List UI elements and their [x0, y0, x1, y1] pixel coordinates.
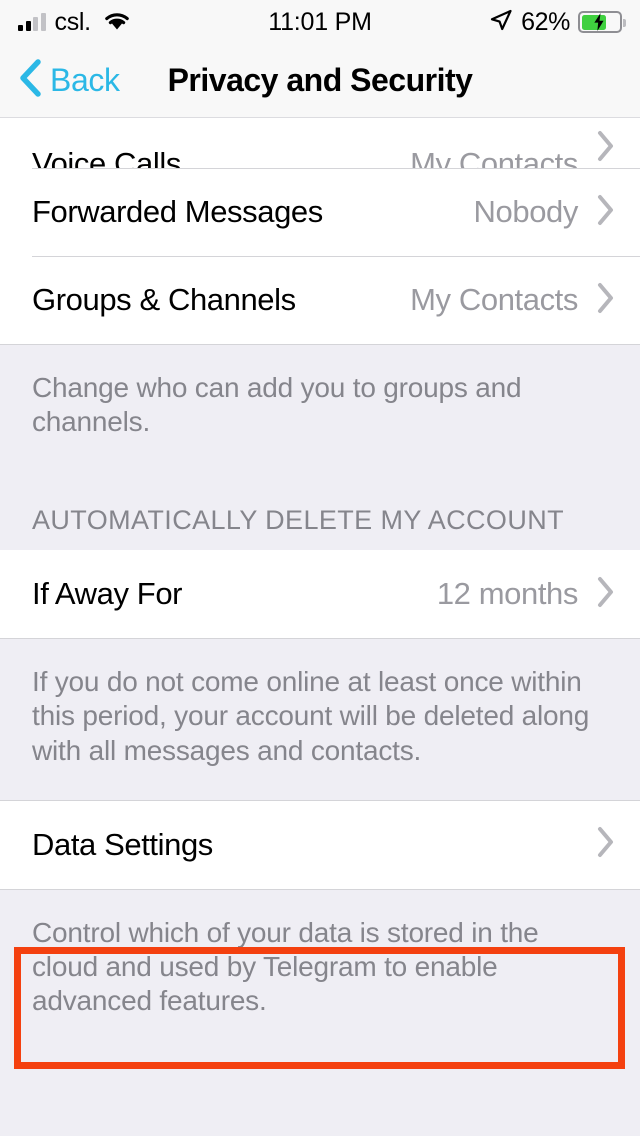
- section-header-auto-delete: AUTOMATICALLY DELETE MY ACCOUNT: [32, 505, 565, 536]
- row-forwarded-messages[interactable]: Forwarded Messages Nobody: [0, 168, 640, 256]
- row-value: My Contacts: [410, 282, 578, 317]
- row-title: Voice Calls: [32, 146, 181, 168]
- row-title: If Away For: [32, 576, 183, 612]
- chevron-right-icon: [596, 575, 616, 614]
- row-title: Groups & Channels: [32, 282, 296, 317]
- row-voice-calls[interactable]: Voice Calls My Contacts: [0, 118, 640, 168]
- chevron-right-icon: [596, 825, 616, 864]
- data-settings-group: Data Settings: [0, 800, 640, 889]
- chevron-left-icon: [16, 56, 44, 105]
- battery-charging-icon: [578, 11, 626, 33]
- row-title: Forwarded Messages: [32, 194, 323, 229]
- status-bar: csl. 11:01 PM 62%: [0, 0, 640, 44]
- wifi-icon: [102, 9, 132, 36]
- settings-scroll-view[interactable]: Voice Calls My Contacts Forwarded Messag…: [0, 118, 640, 1136]
- chevron-right-icon: [596, 129, 616, 168]
- footer-auto-delete: If you do not come online at least once …: [32, 666, 590, 766]
- status-bar-right: 62%: [320, 7, 626, 37]
- row-if-away-for[interactable]: If Away For 12 months: [0, 550, 640, 639]
- back-label: Back: [50, 62, 120, 98]
- chevron-right-icon: [596, 281, 616, 320]
- row-value: Nobody: [473, 194, 579, 229]
- navigation-bar: Back Privacy and Security: [0, 44, 640, 118]
- back-button[interactable]: Back: [16, 56, 120, 105]
- row-value: My Contacts: [410, 146, 578, 168]
- chevron-right-icon: [596, 193, 616, 232]
- row-title: Data Settings: [32, 826, 213, 862]
- privacy-group: Voice Calls My Contacts Forwarded Messag…: [0, 118, 640, 344]
- status-bar-left: csl.: [18, 9, 320, 36]
- carrier-label: csl.: [54, 7, 92, 36]
- footer-groups-channels: Change who can add you to groups and cha…: [32, 372, 522, 438]
- signal-bars-icon: [18, 12, 46, 31]
- row-data-settings[interactable]: Data Settings: [0, 800, 640, 889]
- auto-delete-group: If Away For 12 months: [0, 550, 640, 639]
- row-groups-and-channels[interactable]: Groups & Channels My Contacts: [0, 256, 640, 344]
- row-value: 12 months: [436, 576, 579, 612]
- footer-data-settings: Control which of your data is stored in …: [32, 916, 539, 1017]
- location-arrow-icon: [489, 8, 513, 37]
- battery-percent-label: 62%: [521, 7, 570, 36]
